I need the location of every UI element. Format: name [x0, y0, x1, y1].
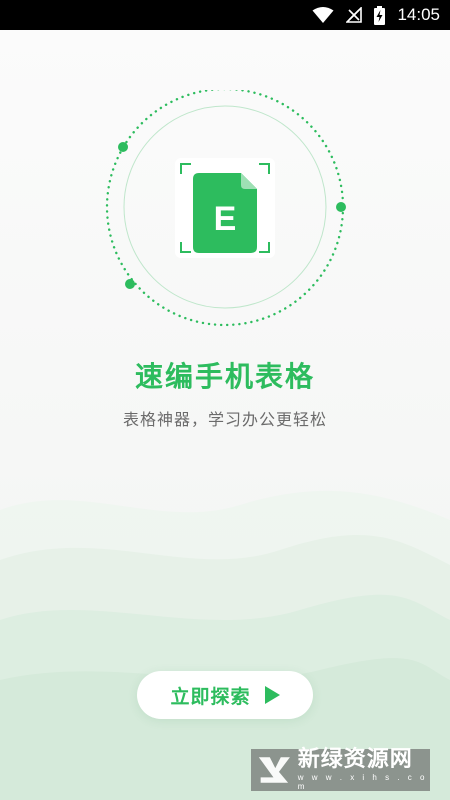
wifi-icon	[312, 6, 334, 24]
orbit-dot	[125, 279, 135, 289]
app-subtitle: 表格神器，学习办公更轻松	[122, 410, 327, 429]
watermark-domain-text: w w w . x i h s . c o m	[297, 773, 428, 791]
watermark-text-block: 新绿资源网 w w w . x i h s . c o m	[297, 747, 430, 792]
orbit-dot	[118, 142, 128, 152]
watermark-brand-text: 新绿资源网	[297, 747, 413, 772]
explore-button-label: 立即探索	[170, 685, 251, 708]
orbit-dot	[336, 202, 346, 212]
status-time: 14:05	[397, 5, 440, 24]
play-icon	[264, 686, 280, 704]
watermark: 新绿资源网 w w w . x i h s . c o m	[251, 749, 430, 791]
signal-off-icon	[346, 7, 363, 23]
watermark-logo-icon	[258, 757, 290, 783]
app-title: 速编手机表格	[134, 360, 315, 393]
logo-letter: E	[214, 200, 237, 238]
app-emblem: E	[105, 90, 346, 327]
splash-screen: E 速编手机表格 表格神器，学习办公更轻松 立即探索 新绿资源网 w w w .…	[0, 30, 450, 800]
explore-button[interactable]: 立即探索	[137, 671, 313, 719]
battery-charging-icon	[374, 5, 386, 25]
status-bar: 14:05	[0, 0, 450, 30]
